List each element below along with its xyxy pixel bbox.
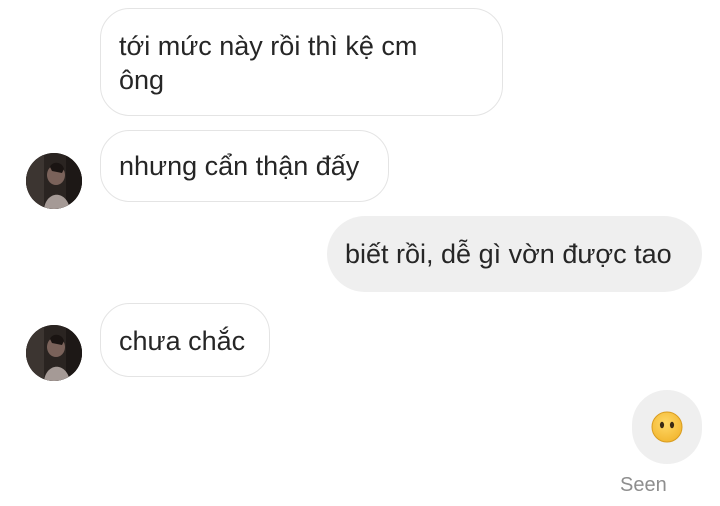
face-without-mouth-emoji-icon [651,411,683,443]
message-text: biết rồi, dễ gì vờn được tao [345,239,672,269]
incoming-message-bubble[interactable]: nhưng cẩn thận đấy [100,130,389,202]
avatar-photo-icon [26,153,82,209]
avatar[interactable] [26,325,82,381]
incoming-message-bubble[interactable]: tới mức này rồi thì kệ cm ông [100,8,503,116]
message-text: tới mức này rồi thì kệ cm ông [119,31,418,95]
incoming-message-bubble[interactable]: chưa chắc [100,303,270,377]
seen-status: Seen [620,474,667,496]
message-text: nhưng cẩn thận đấy [119,151,360,181]
avatar-photo-icon [26,325,82,381]
message-text: chưa chắc [119,326,246,356]
avatar[interactable] [26,153,82,209]
outgoing-emoji-message[interactable] [632,390,702,464]
outgoing-message-bubble[interactable]: biết rồi, dễ gì vờn được tao [327,216,702,292]
